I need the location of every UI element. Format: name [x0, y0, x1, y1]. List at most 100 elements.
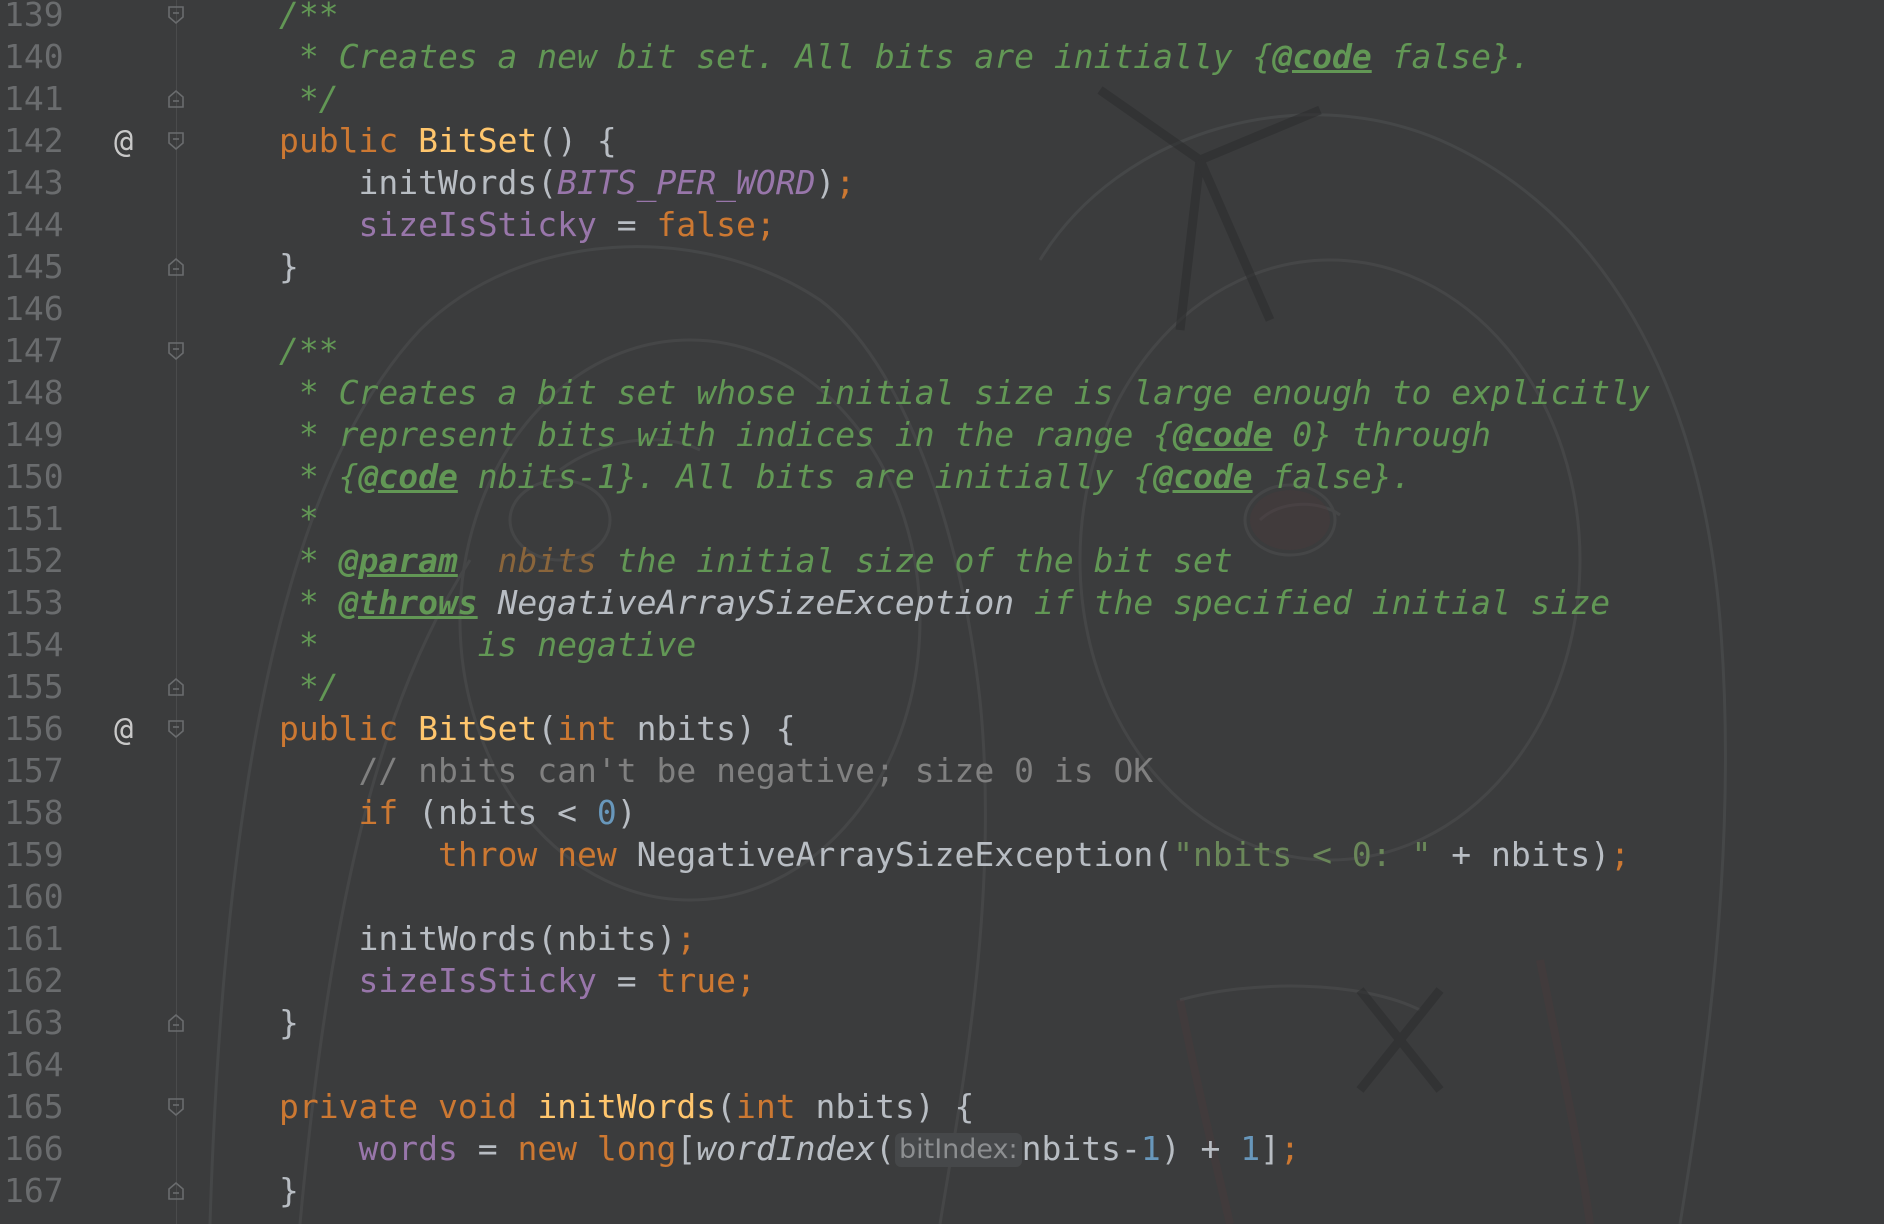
code-line[interactable]: 141 */: [0, 78, 1884, 120]
code-text[interactable]: public BitSet(int nbits) {: [279, 708, 796, 750]
line-number[interactable]: 164: [4, 1044, 74, 1086]
code-line[interactable]: 155 */: [0, 666, 1884, 708]
fold-collapse-icon[interactable]: [166, 131, 186, 151]
code-text[interactable]: * Creates a bit set whose initial size i…: [279, 372, 1650, 414]
line-number[interactable]: 151: [4, 498, 74, 540]
line-number[interactable]: 158: [4, 792, 74, 834]
code-line[interactable]: 149 * represent bits with indices in the…: [0, 414, 1884, 456]
override-marker-icon[interactable]: @: [114, 708, 133, 750]
line-number[interactable]: 154: [4, 624, 74, 666]
code-token: BitSet: [418, 709, 538, 748]
fold-end-icon[interactable]: [166, 257, 186, 277]
code-line[interactable]: 167}: [0, 1170, 1884, 1212]
line-number[interactable]: 152: [4, 540, 74, 582]
line-number[interactable]: 147: [4, 330, 74, 372]
code-text[interactable]: * is negative: [279, 624, 696, 666]
override-marker-icon[interactable]: @: [114, 120, 133, 162]
code-line[interactable]: 140 * Creates a new bit set. All bits ar…: [0, 36, 1884, 78]
code-text[interactable]: private void initWords(int nbits) {: [279, 1086, 974, 1128]
code-line[interactable]: 163}: [0, 1002, 1884, 1044]
line-number[interactable]: 144: [4, 204, 74, 246]
code-text[interactable]: public BitSet() {: [279, 120, 617, 162]
line-number[interactable]: 148: [4, 372, 74, 414]
code-line[interactable]: 165 private void initWords(int nbits) {: [0, 1086, 1884, 1128]
code-line[interactable]: 154 * is negative: [0, 624, 1884, 666]
line-number[interactable]: 150: [4, 456, 74, 498]
code-line[interactable]: 164: [0, 1044, 1884, 1086]
code-text[interactable]: * @param nbits the initial size of the b…: [279, 540, 1233, 582]
fold-collapse-icon[interactable]: [166, 1097, 186, 1117]
code-token: NegativeArraySizeException: [497, 583, 1015, 622]
code-line[interactable]: 145}: [0, 246, 1884, 288]
fold-end-icon[interactable]: [166, 677, 186, 697]
fold-end-icon[interactable]: [166, 1181, 186, 1201]
line-number[interactable]: 142: [4, 120, 74, 162]
code-text[interactable]: throw new NegativeArraySizeException("nb…: [279, 834, 1630, 876]
line-number[interactable]: 149: [4, 414, 74, 456]
fold-collapse-icon[interactable]: [166, 719, 186, 739]
line-number[interactable]: 167: [4, 1170, 74, 1212]
code-line[interactable]: 139 /**: [0, 0, 1884, 36]
code-line[interactable]: 157 // nbits can't be negative; size 0 i…: [0, 750, 1884, 792]
line-number[interactable]: 146: [4, 288, 74, 330]
line-number[interactable]: 139: [4, 0, 74, 36]
fold-collapse-icon[interactable]: [166, 5, 186, 25]
code-text[interactable]: initWords(BITS_PER_WORD);: [279, 162, 855, 204]
code-text[interactable]: }: [279, 246, 299, 288]
code-text[interactable]: sizeIsSticky = true;: [279, 960, 755, 1002]
code-text[interactable]: /**: [279, 330, 339, 372]
code-line[interactable]: 152 * @param nbits the initial size of t…: [0, 540, 1884, 582]
line-number[interactable]: 159: [4, 834, 74, 876]
code-line[interactable]: 147 /**: [0, 330, 1884, 372]
code-line[interactable]: 143 initWords(BITS_PER_WORD);: [0, 162, 1884, 204]
line-number[interactable]: 157: [4, 750, 74, 792]
code-line[interactable]: 151 *: [0, 498, 1884, 540]
code-text[interactable]: sizeIsSticky = false;: [279, 204, 775, 246]
code-text[interactable]: }: [279, 1170, 299, 1212]
code-text[interactable]: /**: [279, 0, 339, 36]
code-line[interactable]: 144 sizeIsSticky = false;: [0, 204, 1884, 246]
code-line[interactable]: 146: [0, 288, 1884, 330]
code-text[interactable]: * @throws NegativeArraySizeException if …: [279, 582, 1610, 624]
code-line[interactable]: 156 @ public BitSet(int nbits) {: [0, 708, 1884, 750]
code-line[interactable]: 158 if (nbits < 0): [0, 792, 1884, 834]
code-text[interactable]: }: [279, 1002, 299, 1044]
line-number[interactable]: 141: [4, 78, 74, 120]
code-line[interactable]: 142 @ public BitSet() {: [0, 120, 1884, 162]
code-editor[interactable]: 139/** 140 * Creates a new bit set. All b…: [0, 0, 1884, 1224]
code-line[interactable]: 153 * @throws NegativeArraySizeException…: [0, 582, 1884, 624]
line-number[interactable]: 155: [4, 666, 74, 708]
line-number[interactable]: 160: [4, 876, 74, 918]
code-line[interactable]: 159 throw new NegativeArraySizeException…: [0, 834, 1884, 876]
code-text[interactable]: if (nbits < 0): [279, 792, 636, 834]
code-text[interactable]: * represent bits with indices in the ran…: [279, 414, 1491, 456]
code-line[interactable]: 148 * Creates a bit set whose initial si…: [0, 372, 1884, 414]
code-text[interactable]: * {@code nbits-1}. All bits are initiall…: [279, 456, 1412, 498]
code-token: =: [596, 205, 657, 244]
line-number[interactable]: 163: [4, 1002, 74, 1044]
code-text[interactable]: initWords(nbits);: [279, 918, 696, 960]
fold-end-icon[interactable]: [166, 1013, 186, 1033]
code-text[interactable]: */: [279, 666, 339, 708]
code-line[interactable]: 166 words = new long[wordIndex(bitIndex:…: [0, 1128, 1884, 1170]
code-text[interactable]: // nbits can't be negative; size 0 is OK: [279, 750, 1153, 792]
code-text[interactable]: */: [279, 78, 339, 120]
line-number[interactable]: 165: [4, 1086, 74, 1128]
line-number[interactable]: 166: [4, 1128, 74, 1170]
line-number[interactable]: 162: [4, 960, 74, 1002]
code-line[interactable]: 162 sizeIsSticky = true;: [0, 960, 1884, 1002]
code-text[interactable]: * Creates a new bit set. All bits are in…: [279, 36, 1531, 78]
code-text[interactable]: *: [279, 498, 319, 540]
line-number[interactable]: 140: [4, 36, 74, 78]
code-line[interactable]: 160: [0, 876, 1884, 918]
code-line[interactable]: 161 initWords(nbits);: [0, 918, 1884, 960]
line-number[interactable]: 143: [4, 162, 74, 204]
line-number[interactable]: 153: [4, 582, 74, 624]
fold-end-icon[interactable]: [166, 89, 186, 109]
line-number[interactable]: 161: [4, 918, 74, 960]
code-line[interactable]: 150 * {@code nbits-1}. All bits are init…: [0, 456, 1884, 498]
line-number[interactable]: 156: [4, 708, 74, 750]
line-number[interactable]: 145: [4, 246, 74, 288]
code-text[interactable]: words = new long[wordIndex(bitIndex: nbit…: [279, 1128, 1299, 1170]
fold-collapse-icon[interactable]: [166, 341, 186, 361]
